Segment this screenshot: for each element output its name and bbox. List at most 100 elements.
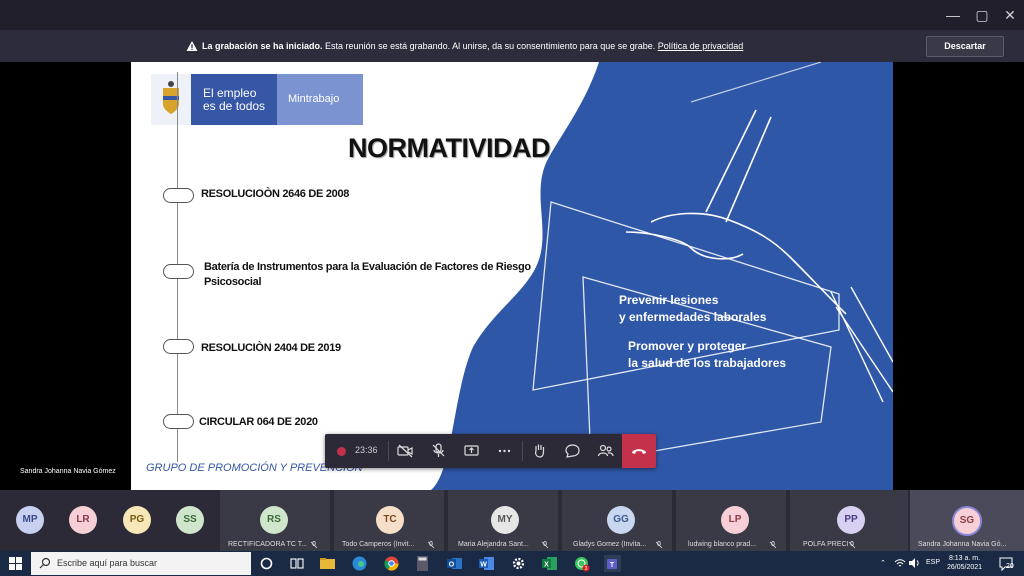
participant-tile[interactable]: GG Gladys Gomez (Invita...: [562, 490, 672, 551]
participant-name: ludwing blanco prad...: [688, 541, 757, 548]
word-icon[interactable]: W: [478, 555, 495, 572]
recording-message-bold: La grabación se ha iniciado.: [202, 41, 323, 51]
participant-tile[interactable]: TC Todo Camperos (Invit...: [334, 490, 444, 551]
recording-banner: La grabación se ha iniciado. Esta reunió…: [0, 30, 1024, 62]
avatar: RS: [260, 506, 288, 534]
chat-icon: [565, 444, 580, 458]
prevenir-line-1: Prevenir lesiones: [619, 293, 719, 307]
timeline-marker: [163, 339, 194, 354]
wifi-icon[interactable]: [894, 557, 906, 569]
participant-name: Todo Camperos (Invit...: [342, 541, 415, 548]
participants-icon: [597, 444, 614, 457]
camera-off-icon: [397, 444, 413, 458]
avatar[interactable]: LR: [69, 506, 97, 534]
item-bateria: Batería de Instrumentos para la Evaluaci…: [204, 261, 531, 288]
mic-off-icon: [848, 541, 856, 549]
slide-title: NORMATIVIDAD: [348, 133, 550, 163]
taskbar-clock[interactable]: 8:13 a. m. 26/05/2021: [947, 554, 982, 572]
more-actions-button[interactable]: [488, 434, 521, 468]
item-resolution-2646: RESOLUCIOÒN 2646 DE 2008: [201, 188, 350, 200]
avatar[interactable]: SS: [176, 506, 204, 534]
shared-slide: El empleo es de todos Mintrabajo NORMATIV…: [131, 62, 893, 490]
task-view-icon[interactable]: [288, 555, 305, 572]
meeting-timer: 23:36: [355, 445, 378, 455]
chat-button[interactable]: [556, 434, 589, 468]
colombia-shield-icon: [151, 74, 191, 125]
edge-icon[interactable]: [351, 555, 368, 572]
mic-mute-button[interactable]: [422, 434, 455, 468]
avatar: GG: [607, 506, 635, 534]
participant-tile[interactable]: RS RECTIFICADORA TC T...: [220, 490, 330, 551]
promover-text: Promover y proteger la salud de los traba…: [628, 338, 786, 372]
teams-meeting-window: — ▢ ✕ La grabación se ha iniciado. Esta …: [0, 0, 1024, 576]
excel-icon[interactable]: X: [541, 555, 558, 572]
language-indicator[interactable]: ESP: [926, 559, 940, 566]
svg-text:X: X: [544, 562, 549, 569]
windows-taskbar: Escribe aquí para buscar O W X 3 T ⌃ ESP…: [0, 551, 1024, 576]
whatsapp-icon[interactable]: 3: [573, 555, 590, 572]
clock-time: 8:13 a. m.: [948, 555, 981, 562]
svg-text:T: T: [610, 562, 615, 569]
raise-hand-button[interactable]: [523, 434, 556, 468]
participant-name: Sandra Johanna Navia Gó...: [918, 541, 1007, 548]
participant-tile[interactable]: LP ludwing blanco prad...: [676, 490, 786, 551]
clock-date: 26/05/2021: [947, 564, 983, 571]
taskbar-search[interactable]: Escribe aquí para buscar: [31, 552, 251, 575]
participants-strip: MP LR PG SS RS RECTIFICADORA TC T... TC …: [0, 490, 1024, 551]
more-icon: [498, 449, 511, 453]
meeting-controls: 23:36: [325, 434, 656, 468]
raise-hand-icon: [535, 444, 545, 458]
windows-start-icon[interactable]: [9, 557, 22, 570]
mic-off-icon: [655, 541, 663, 549]
hang-up-button[interactable]: [622, 434, 656, 468]
participant-tile[interactable]: PP POLFA PRECI: [790, 490, 908, 551]
participant-tile-self[interactable]: SG Sandra Johanna Navia Gó...: [910, 490, 1024, 551]
whatsapp-badge: 3: [585, 566, 588, 572]
teams-icon[interactable]: T: [604, 555, 621, 572]
prevenir-text: Prevenir lesiones y enfermedades laborale…: [619, 292, 766, 326]
outlook-icon[interactable]: O: [446, 555, 463, 572]
notification-count: 20: [1006, 563, 1014, 570]
share-screen-icon: [464, 445, 479, 456]
avatar: SG: [952, 506, 982, 536]
meeting-stage: El empleo es de todos Mintrabajo NORMATIV…: [0, 62, 1024, 490]
file-explorer-icon[interactable]: [319, 555, 336, 572]
avatar: PP: [837, 506, 865, 534]
participant-name: RECTIFICADORA TC T...: [228, 541, 308, 548]
prevenir-line-2: y enfermedades laborales: [619, 310, 767, 324]
share-screen-button[interactable]: [455, 434, 488, 468]
camera-off-button[interactable]: [389, 434, 422, 468]
avatar[interactable]: MP: [16, 506, 44, 534]
participants-button[interactable]: [589, 434, 622, 468]
avatar[interactable]: PG: [123, 506, 151, 534]
mic-off-icon: [769, 541, 777, 549]
item-resolution-2404: RESOLUCIÒN 2404 DE 2019: [201, 342, 341, 354]
calculator-icon[interactable]: [414, 555, 431, 572]
participant-name: Maria Alejandra Sant...: [458, 541, 529, 548]
logo-slogan: El empleo es de todos: [191, 74, 277, 125]
tray-chevron-icon[interactable]: ⌃: [880, 559, 886, 567]
timeline-marker: [163, 414, 194, 429]
volume-icon[interactable]: [908, 557, 920, 569]
notification-center-button[interactable]: 20: [998, 555, 1016, 572]
mic-off-icon: [541, 541, 549, 549]
dismiss-button[interactable]: Descartar: [926, 36, 1004, 57]
settings-gear-icon[interactable]: [510, 555, 527, 572]
window-title-bar: — ▢ ✕: [0, 0, 1024, 30]
item-circular-064: CIRCULAR 064 DE 2020: [199, 416, 318, 428]
participant-name: Gladys Gomez (Invita...: [573, 541, 647, 548]
chrome-icon[interactable]: [383, 555, 400, 572]
promover-line-1: Promover y proteger: [628, 339, 747, 353]
presenter-name: Sandra Johanna Navia Gómez: [20, 468, 116, 475]
mic-off-icon: [427, 541, 435, 549]
avatar: TC: [376, 506, 404, 534]
mic-off-icon: [310, 541, 318, 549]
timeline-marker: [163, 264, 194, 279]
recording-indicator-icon: [337, 447, 346, 456]
svg-text:O: O: [449, 562, 455, 569]
privacy-policy-link[interactable]: Política de privacidad: [658, 41, 744, 51]
cortana-icon[interactable]: [258, 555, 275, 572]
logo-line-2: es de todos: [203, 99, 266, 113]
close-icon[interactable]: ✕: [993, 0, 1024, 30]
participant-tile[interactable]: MY Maria Alejandra Sant...: [448, 490, 558, 551]
